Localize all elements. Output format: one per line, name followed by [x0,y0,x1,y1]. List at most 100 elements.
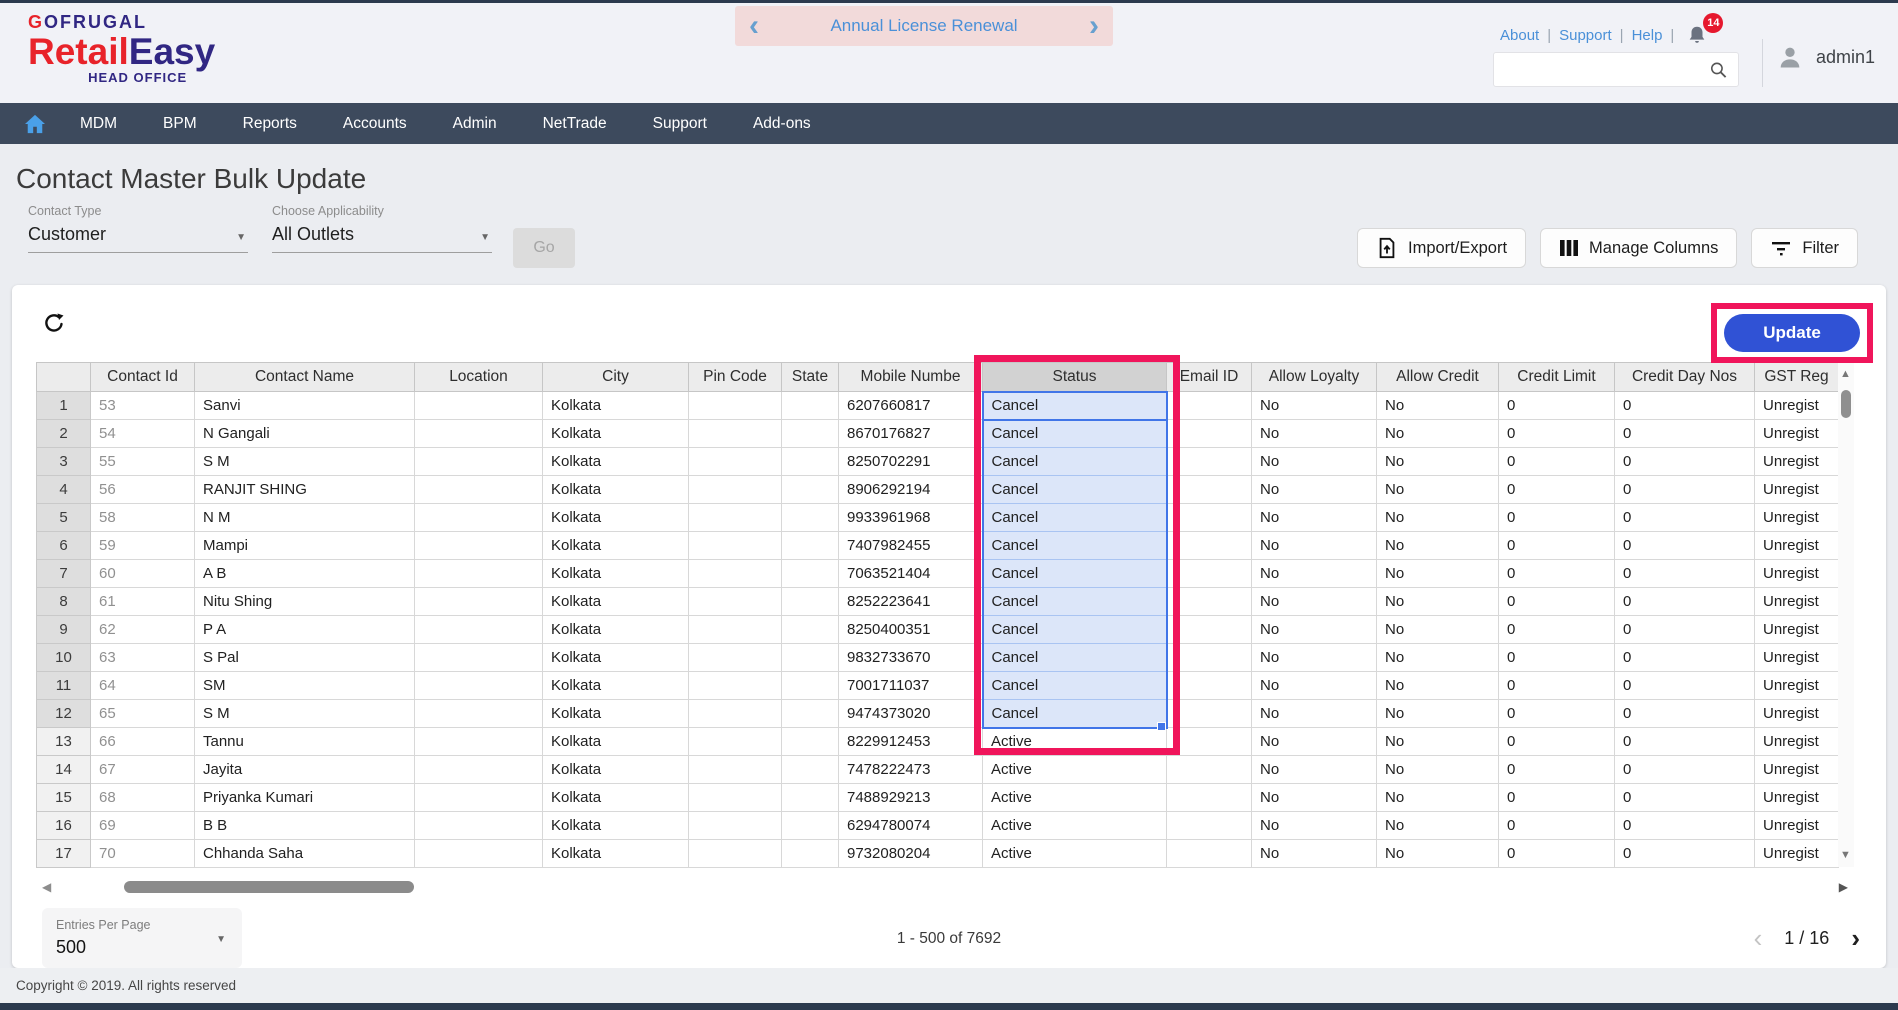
cell-state[interactable] [782,644,839,672]
cell-name[interactable]: N Gangali [195,420,415,448]
cell-location[interactable] [415,812,543,840]
cell-email[interactable] [1167,392,1252,420]
cell-email[interactable] [1167,812,1252,840]
cell-status[interactable]: Active [983,784,1167,812]
cell-loyalty[interactable]: No [1252,644,1377,672]
contact-type-select[interactable]: Customer ▼ [28,224,248,253]
cell-status[interactable]: Cancel [983,476,1167,504]
cell-limit[interactable]: 0 [1499,812,1615,840]
cell-city[interactable]: Kolkata [543,448,689,476]
cell-email[interactable] [1167,756,1252,784]
column-header-contact-id[interactable]: Contact Id [91,363,195,392]
column-header-mobile-numbe[interactable]: Mobile Numbe [839,363,983,392]
cell-city[interactable]: Kolkata [543,728,689,756]
cell-pin[interactable] [689,784,782,812]
column-header-status[interactable]: Status [983,363,1167,392]
cell-id[interactable]: 62 [91,616,195,644]
cell-status[interactable]: Cancel [983,448,1167,476]
cell-loyalty[interactable]: No [1252,476,1377,504]
cell-id[interactable]: 64 [91,672,195,700]
cell-id[interactable]: 63 [91,644,195,672]
cell-mobile[interactable]: 9832733670 [839,644,983,672]
cell-state[interactable] [782,756,839,784]
cell-mobile[interactable]: 7063521404 [839,560,983,588]
cell-gst[interactable]: Unregist [1755,588,1839,616]
cell-city[interactable]: Kolkata [543,700,689,728]
column-header-credit-limit[interactable]: Credit Limit [1499,363,1615,392]
cell-name[interactable]: N M [195,504,415,532]
row-number-cell[interactable]: 1 [37,392,91,420]
cell-gst[interactable]: Unregist [1755,560,1839,588]
cell-gst[interactable]: Unregist [1755,504,1839,532]
cell-city[interactable]: Kolkata [543,812,689,840]
cell-id[interactable]: 56 [91,476,195,504]
cell-credit[interactable]: No [1377,812,1499,840]
cell-gst[interactable]: Unregist [1755,616,1839,644]
nav-item-mdm[interactable]: MDM [80,115,117,133]
cell-pin[interactable] [689,644,782,672]
cell-pin[interactable] [689,672,782,700]
column-header-email-id[interactable]: Email ID [1167,363,1252,392]
cell-loyalty[interactable]: No [1252,840,1377,868]
cell-credit[interactable]: No [1377,644,1499,672]
cell-limit[interactable]: 0 [1499,784,1615,812]
cell-days[interactable]: 0 [1615,812,1755,840]
cell-pin[interactable] [689,532,782,560]
cell-loyalty[interactable]: No [1252,532,1377,560]
row-number-cell[interactable]: 2 [37,420,91,448]
cell-credit[interactable]: No [1377,784,1499,812]
cell-status[interactable]: Cancel [983,532,1167,560]
about-link[interactable]: About [1500,27,1539,44]
column-header-city[interactable]: City [543,363,689,392]
cell-pin[interactable] [689,812,782,840]
cell-email[interactable] [1167,504,1252,532]
column-header-allow-loyalty[interactable]: Allow Loyalty [1252,363,1377,392]
cell-days[interactable]: 0 [1615,616,1755,644]
cell-mobile[interactable]: 9474373020 [839,700,983,728]
cell-credit[interactable]: No [1377,448,1499,476]
cell-limit[interactable]: 0 [1499,588,1615,616]
row-number-cell[interactable]: 16 [37,812,91,840]
cell-days[interactable]: 0 [1615,840,1755,868]
cell-loyalty[interactable]: No [1252,728,1377,756]
cell-city[interactable]: Kolkata [543,420,689,448]
cell-limit[interactable]: 0 [1499,448,1615,476]
row-number-cell[interactable]: 14 [37,756,91,784]
column-header-contact-name[interactable]: Contact Name [195,363,415,392]
cell-location[interactable] [415,392,543,420]
cell-days[interactable]: 0 [1615,728,1755,756]
cell-id[interactable]: 67 [91,756,195,784]
cell-mobile[interactable]: 8250702291 [839,448,983,476]
cell-mobile[interactable]: 9732080204 [839,840,983,868]
row-number-cell[interactable]: 9 [37,616,91,644]
cell-mobile[interactable]: 8252223641 [839,588,983,616]
row-number-cell[interactable]: 17 [37,840,91,868]
cell-id[interactable]: 69 [91,812,195,840]
cell-mobile[interactable]: 7407982455 [839,532,983,560]
cell-limit[interactable]: 0 [1499,532,1615,560]
scroll-left-icon[interactable]: ◀ [42,880,51,894]
cell-email[interactable] [1167,840,1252,868]
cell-days[interactable]: 0 [1615,392,1755,420]
cell-name[interactable]: Chhanda Saha [195,840,415,868]
cell-status[interactable]: Cancel [983,616,1167,644]
cell-credit[interactable]: No [1377,700,1499,728]
cell-days[interactable]: 0 [1615,672,1755,700]
cell-status[interactable]: Cancel [983,392,1167,420]
cell-days[interactable]: 0 [1615,756,1755,784]
cell-state[interactable] [782,532,839,560]
cell-name[interactable]: Mampi [195,532,415,560]
cell-loyalty[interactable]: No [1252,756,1377,784]
cell-status[interactable]: Cancel [983,672,1167,700]
cell-id[interactable]: 58 [91,504,195,532]
cell-pin[interactable] [689,420,782,448]
cell-credit[interactable]: No [1377,756,1499,784]
cell-pin[interactable] [689,504,782,532]
cell-location[interactable] [415,616,543,644]
scroll-down-icon[interactable]: ▼ [1840,849,1851,861]
cell-gst[interactable]: Unregist [1755,728,1839,756]
cell-loyalty[interactable]: No [1252,504,1377,532]
cell-id[interactable]: 60 [91,560,195,588]
cell-city[interactable]: Kolkata [543,784,689,812]
notifications-bell[interactable]: 14 [1686,23,1710,47]
